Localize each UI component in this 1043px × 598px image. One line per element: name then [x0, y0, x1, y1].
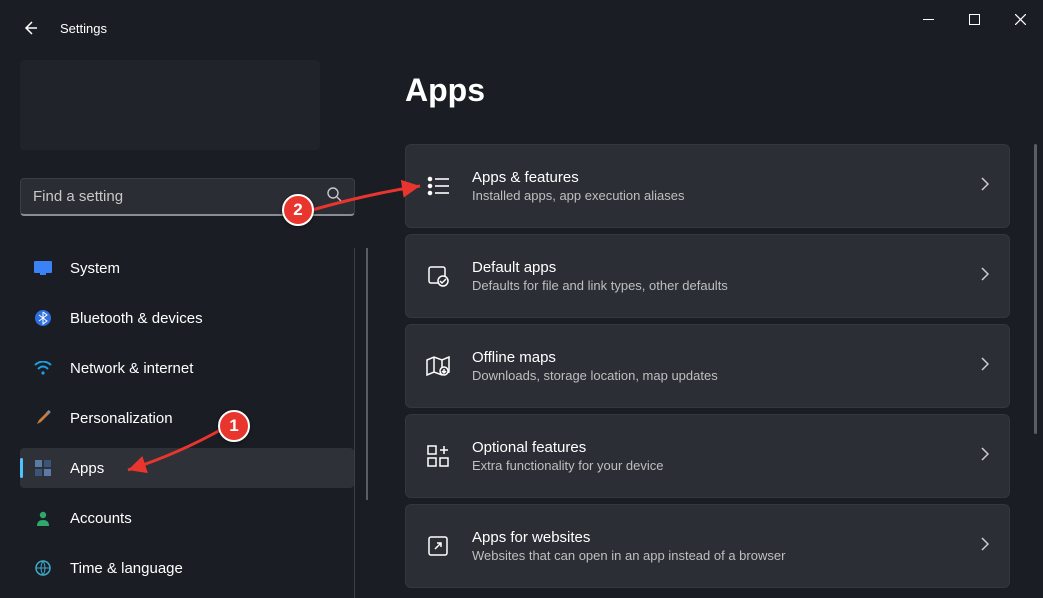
header: Settings — [20, 18, 107, 38]
card-title: Default apps — [472, 259, 959, 276]
card-apps-for-websites[interactable]: Apps for websites Websites that can open… — [405, 504, 1010, 588]
annotation-badge-2: 2 — [282, 194, 314, 226]
window-controls — [905, 0, 1043, 38]
chevron-right-icon — [981, 447, 989, 466]
window-link-icon — [426, 534, 450, 558]
card-title: Offline maps — [472, 349, 959, 366]
close-button[interactable] — [997, 0, 1043, 38]
card-title: Apps & features — [472, 169, 959, 186]
list-icon — [426, 174, 450, 198]
grid-plus-icon — [426, 444, 450, 468]
card-offline-maps[interactable]: Offline maps Downloads, storage location… — [405, 324, 1010, 408]
user-profile-block[interactable] — [20, 60, 320, 150]
card-optional-features[interactable]: Optional features Extra functionality fo… — [405, 414, 1010, 498]
map-icon — [426, 354, 450, 378]
card-subtitle: Extra functionality for your device — [472, 458, 959, 473]
page-title: Apps — [405, 72, 485, 109]
minimize-button[interactable] — [905, 0, 951, 38]
sidebar-item-label: Accounts — [70, 510, 132, 527]
paintbrush-icon — [34, 409, 52, 427]
chevron-right-icon — [981, 537, 989, 556]
settings-cards: Apps & features Installed apps, app exec… — [405, 144, 1010, 588]
person-icon — [34, 509, 52, 527]
app-title: Settings — [60, 21, 107, 36]
wifi-icon — [34, 359, 52, 377]
sidebar-item-time[interactable]: Time & language — [20, 548, 354, 588]
chevron-right-icon — [981, 357, 989, 376]
sidebar-item-label: Apps — [70, 460, 104, 477]
default-apps-icon — [426, 264, 450, 288]
card-title: Apps for websites — [472, 529, 959, 546]
sidebar-item-label: System — [70, 260, 120, 277]
card-subtitle: Websites that can open in an app instead… — [472, 548, 959, 563]
content-scrollbar[interactable] — [1034, 144, 1037, 434]
apps-icon — [34, 459, 52, 477]
sidebar-item-label: Bluetooth & devices — [70, 310, 203, 327]
card-subtitle: Installed apps, app execution aliases — [472, 188, 959, 203]
back-button[interactable] — [20, 18, 40, 38]
sidebar-scrollbar[interactable] — [366, 248, 368, 500]
card-title: Optional features — [472, 439, 959, 456]
search-input[interactable] — [33, 188, 326, 205]
monitor-icon — [34, 259, 52, 277]
sidebar-item-system[interactable]: System — [20, 248, 354, 288]
sidebar-item-accounts[interactable]: Accounts — [20, 498, 354, 538]
chevron-right-icon — [981, 267, 989, 286]
card-apps-features[interactable]: Apps & features Installed apps, app exec… — [405, 144, 1010, 228]
card-default-apps[interactable]: Default apps Defaults for file and link … — [405, 234, 1010, 318]
maximize-button[interactable] — [951, 0, 997, 38]
globe-clock-icon — [34, 559, 52, 577]
annotation-badge-1: 1 — [218, 410, 250, 442]
sidebar-item-label: Time & language — [70, 560, 183, 577]
card-subtitle: Downloads, storage location, map updates — [472, 368, 959, 383]
card-subtitle: Defaults for file and link types, other … — [472, 278, 959, 293]
sidebar-nav: System Bluetooth & devices Network & int… — [20, 248, 355, 598]
annotation-arrow-1 — [118, 424, 230, 480]
sidebar-item-network[interactable]: Network & internet — [20, 348, 354, 388]
bluetooth-icon — [34, 309, 52, 327]
annotation-arrow-2 — [308, 176, 428, 216]
chevron-right-icon — [981, 177, 989, 196]
sidebar-item-label: Network & internet — [70, 360, 193, 377]
sidebar-item-bluetooth[interactable]: Bluetooth & devices — [20, 298, 354, 338]
